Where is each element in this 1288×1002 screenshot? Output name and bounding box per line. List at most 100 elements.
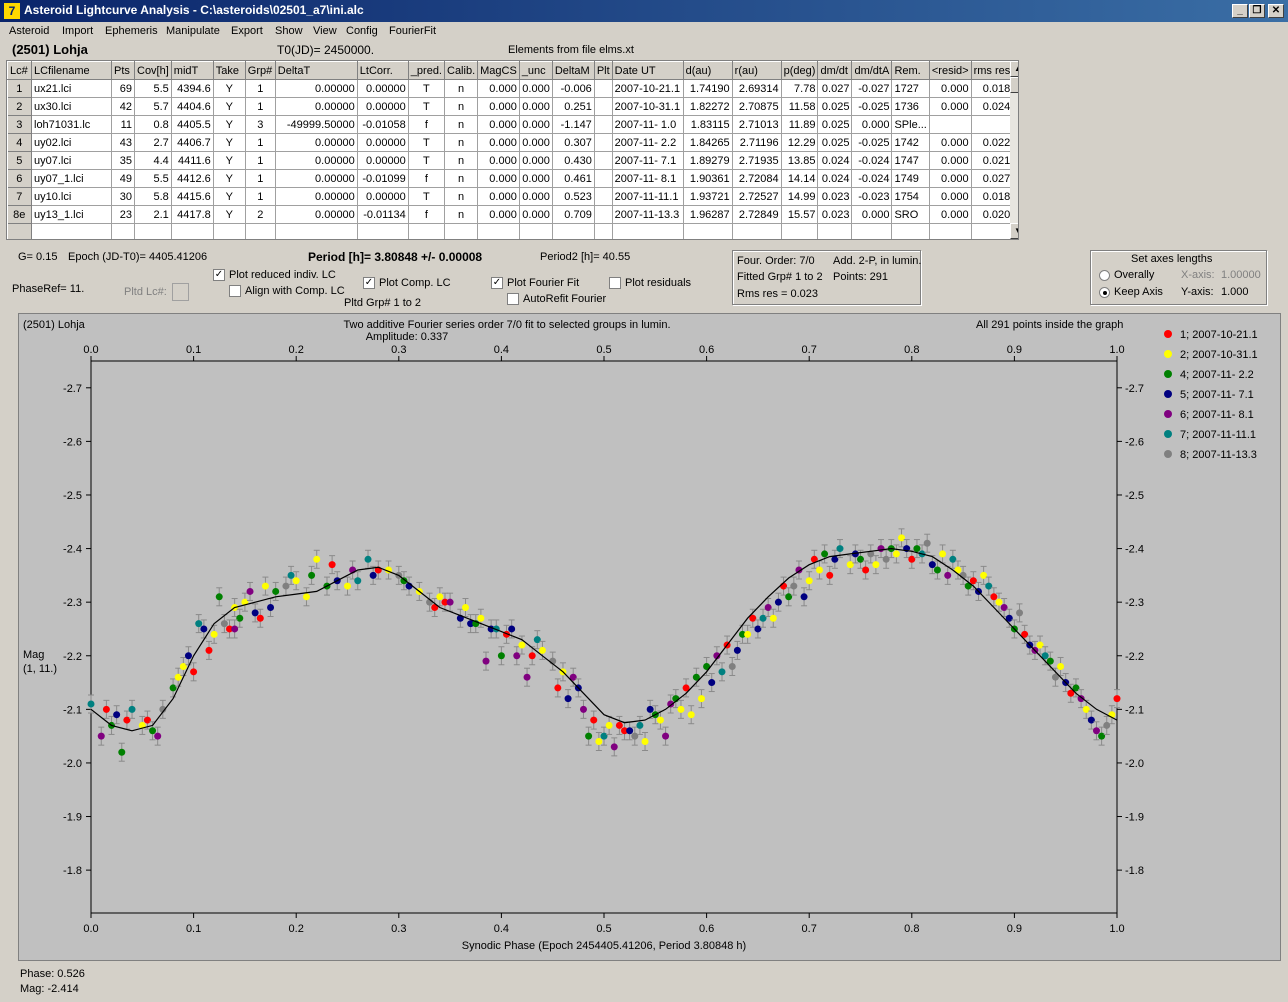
table-cell[interactable]: 0.000 (519, 169, 553, 188)
table-cell[interactable]: 0.000 (851, 115, 893, 134)
table-cell[interactable]: 0.022 (971, 133, 1014, 152)
table-cell[interactable]: 0.018 (971, 187, 1014, 206)
table-cell[interactable]: 0.00000 (275, 79, 358, 98)
table-cell[interactable]: 2.1 (134, 205, 172, 224)
table-cell[interactable]: 4404.6 (171, 97, 214, 116)
row-number[interactable]: 1 (7, 79, 32, 98)
menu-ephemeris[interactable]: Ephemeris (105, 25, 158, 37)
restore-button[interactable]: ❐ (1249, 4, 1265, 18)
table-cell[interactable]: 5.5 (134, 169, 172, 188)
table-cell[interactable]: 0.023 (817, 187, 853, 206)
table-cell[interactable]: -1.147 (552, 115, 595, 134)
table-cell[interactable]: 0.027 (971, 169, 1014, 188)
table-cell[interactable]: Y (213, 187, 246, 206)
table-cell[interactable]: 11.89 (781, 115, 819, 134)
table-cell[interactable]: Y (213, 169, 246, 188)
column-header[interactable]: midT (170, 61, 214, 80)
table-cell[interactable]: 0.000 (477, 97, 520, 116)
table-cell[interactable]: 0.000 (477, 133, 520, 152)
table-cell[interactable]: ux30.lci (31, 97, 112, 116)
plot-comp-checkbox[interactable]: ✓ Plot Comp. LC (363, 277, 451, 290)
table-cell[interactable]: 0.000 (929, 133, 972, 152)
table-cell[interactable]: 1.82272 (683, 97, 733, 116)
table-cell[interactable]: 0.000 (477, 79, 520, 98)
table-cell[interactable]: 1.74190 (683, 79, 733, 98)
table-cell[interactable]: n (444, 133, 479, 152)
column-header[interactable]: <resid> (928, 61, 972, 80)
table-row[interactable]: 2 ux30.lci 42 5.7 4404.6 Y 1 0.00000 0.00000 Tn 0.… (7, 97, 1014, 116)
table-cell[interactable]: -0.01134 (357, 205, 409, 224)
table-cell[interactable]: 2.7 (134, 133, 172, 152)
table-cell[interactable]: uy07_1.lci (31, 169, 112, 188)
table-cell[interactable]: -0.006 (552, 79, 595, 98)
table-cell[interactable] (594, 79, 613, 98)
table-cell[interactable]: 0.025 (817, 133, 853, 152)
table-cell[interactable]: 2.71935 (732, 151, 782, 170)
table-cell[interactable]: n (444, 79, 479, 98)
table-cell[interactable]: n (444, 205, 479, 224)
menu-import[interactable]: Import (62, 25, 93, 37)
table-cell[interactable]: 0.000 (929, 205, 972, 224)
table-cell[interactable]: 0.000 (929, 79, 972, 98)
table-cell[interactable]: 14.14 (781, 169, 819, 188)
table-cell[interactable]: 2007-11- 1.0 (612, 115, 684, 134)
minimize-button[interactable]: _ (1232, 4, 1248, 18)
table-cell[interactable] (594, 151, 613, 170)
table-row[interactable]: 3 loh71031.lc 11 0.8 4405.5 Y 3 -49999.50000 -0.… (7, 115, 1014, 134)
table-cell[interactable]: 0.00000 (275, 97, 358, 116)
column-header[interactable]: Calib. (443, 61, 479, 80)
column-header[interactable]: DeltaT (274, 61, 358, 80)
table-cell[interactable]: -49999.50000 (275, 115, 358, 134)
table-row[interactable]: 1 ux21.lci 69 5.5 4394.6 Y 1 0.00000 0.00000 Tn 0.… (7, 79, 1014, 98)
xaxis-input[interactable]: 1.00000 (1221, 269, 1261, 281)
table-cell[interactable]: 0.00000 (357, 97, 409, 116)
table-cell[interactable]: 1.96287 (683, 205, 733, 224)
menu-view[interactable]: View (313, 25, 337, 37)
table-cell[interactable]: 1747 (891, 151, 930, 170)
yaxis-input[interactable]: 1.000 (1221, 286, 1249, 298)
table-cell[interactable]: 1 (245, 79, 276, 98)
table-cell[interactable]: 0.000 (477, 187, 520, 206)
table-cell[interactable]: 0.000 (519, 97, 553, 116)
table-cell[interactable]: 1754 (891, 187, 930, 206)
autorefit-checkbox[interactable]: AutoRefit Fourier (507, 293, 606, 306)
menu-asteroid[interactable]: Asteroid (9, 25, 49, 37)
table-cell[interactable]: 0.000 (519, 79, 553, 98)
table-cell[interactable]: T (408, 151, 446, 170)
menu-fourierfit[interactable]: FourierFit (389, 25, 436, 37)
table-cell[interactable]: 1749 (891, 169, 930, 188)
table-cell[interactable]: 2007-10-31.1 (612, 97, 684, 116)
table-cell[interactable]: 1736 (891, 97, 930, 116)
table-cell[interactable]: 4.4 (134, 151, 172, 170)
table-cell[interactable]: 0.00000 (357, 133, 409, 152)
table-cell[interactable]: loh71031.lc (31, 115, 112, 134)
table-cell[interactable]: Y (213, 133, 246, 152)
table-cell[interactable]: 49 (111, 169, 135, 188)
table-cell[interactable]: 2.72084 (732, 169, 782, 188)
table-cell[interactable]: 11 (111, 115, 135, 134)
table-cell[interactable]: 0.018 (971, 79, 1014, 98)
table-cell[interactable]: 0.000 (929, 151, 972, 170)
row-number[interactable]: 4 (7, 133, 32, 152)
table-row[interactable]: 6 uy07_1.lci 49 5.5 4412.6 Y 1 0.00000 -0.01099 f… (7, 169, 1014, 188)
table-cell[interactable]: 0.000 (519, 205, 553, 224)
table-cell[interactable]: 0.00000 (275, 151, 358, 170)
table-cell[interactable]: 2.72849 (732, 205, 782, 224)
table-cell[interactable] (594, 115, 613, 134)
table-cell[interactable]: 2.69314 (732, 79, 782, 98)
table-cell[interactable]: 0.00000 (275, 169, 358, 188)
close-button[interactable]: ✕ (1268, 4, 1284, 18)
table-cell[interactable]: 1.90361 (683, 169, 733, 188)
table-cell[interactable]: 1 (245, 187, 276, 206)
table-cell[interactable]: 7.78 (781, 79, 819, 98)
table-cell[interactable]: 2007-11- 2.2 (612, 133, 684, 152)
column-header[interactable]: _pred. (407, 61, 446, 80)
table-cell[interactable]: 23 (111, 205, 135, 224)
table-cell[interactable]: 0.8 (134, 115, 172, 134)
table-cell[interactable]: 1 (245, 133, 276, 152)
table-cell[interactable]: 0.00000 (357, 79, 409, 98)
table-cell[interactable]: 15.57 (781, 205, 819, 224)
column-header[interactable]: Cov[h] (134, 61, 172, 80)
plot-residuals-checkbox[interactable]: Plot residuals (609, 277, 691, 290)
table-scrollbar[interactable]: ▲ ▼ (1010, 61, 1018, 239)
